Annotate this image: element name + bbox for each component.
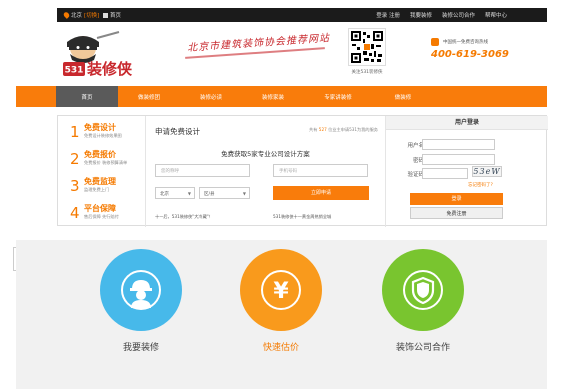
shield-icon [403,270,443,310]
hotline-label: 中国统一免费咨询热线 [443,40,488,45]
site-logo[interactable]: 531 装修侠 [61,28,159,82]
step-title: 免费报价 [84,150,116,159]
top-link-decorate[interactable]: 我要装修 [410,11,432,19]
service-label: 快速估价 [262,343,299,353]
services-section: 我要装修 ¥ 快速估价 装饰公司合作 [16,240,547,389]
qr-code [348,28,386,66]
username-label: 用户名 [407,143,424,149]
home-link[interactable]: 首页 [103,11,121,19]
nav-item-decorate[interactable]: 做装修 [372,86,434,107]
top-link-login[interactable]: 登录 注册 [376,11,400,19]
top-bar: 北京 [切换] 首页 登录 注册 我要装修 装修公司合作 帮帮中心 [57,8,547,22]
captcha-label: 验证码 [407,172,424,178]
district-select-value: 区/县 [204,192,215,197]
step-desc: 免费设计装修效果图 [84,133,122,138]
hotline-number: 400-619-3069 [431,49,509,60]
location-pin-icon [62,11,71,19]
password-label: 密码 [412,158,424,164]
step-item: 1 免费设计 免费设计装修效果图 [70,123,122,147]
apply-note-left[interactable]: 十一后，531装修侠"大冷藏"！ [155,214,213,220]
nav-item-home-decor[interactable]: 装修家装 [242,86,304,107]
city-label: 北京 [71,13,83,19]
step-number: 4 [70,204,80,222]
city-select-value: 北京 [160,192,169,197]
qr-caption: 关注531装修侠 [351,70,383,75]
step-title: 平台保障 [84,204,116,213]
apply-count: 共有 527 位业主申请531为我的服务 [309,127,378,132]
step-item: 3 免费监理 监理免费上门 [70,177,116,201]
location-selector[interactable]: 北京 [切换] [62,11,99,19]
phone-icon [431,38,439,46]
step-number: 1 [70,123,80,141]
phone-input[interactable]: 手机号码 [273,164,368,177]
login-panel: 用户登录 用户名 密码 验证码 53eW 忘记密码了? 登录 免费注册 [385,116,548,227]
chevron-down-icon: ▼ [187,191,191,196]
service-estimate[interactable]: ¥ 快速估价 [231,249,331,389]
page: 北京 [切换] 首页 登录 注册 我要装修 装修公司合作 帮帮中心 531 装修… [0,0,568,389]
service-label: 装饰公司合作 [395,343,450,353]
top-link-help[interactable]: 帮帮中心 [485,11,507,19]
step-desc: 售后保障 先行赔付 [84,214,119,219]
yen-icon: ¥ [261,270,301,310]
step-title: 免费设计 [84,123,116,132]
step-item: 2 免费报价 免费报价 装修预算清单 [70,150,127,174]
worker-icon [121,270,161,310]
main-nav: 首页 做装修团 装修必读 装修家装 专家讲装修 做装修 [16,86,547,107]
service-panel: 1 免费设计 免费设计装修效果图 2 免费报价 免费报价 装修预算清单 3 免费监理… [57,115,548,227]
password-field[interactable] [422,154,495,165]
service-decorate[interactable]: 我要装修 [91,249,191,389]
switch-city-link[interactable]: [切换] [84,11,99,19]
home-icon [103,12,108,18]
captcha-field[interactable] [422,168,468,179]
nav-item-group[interactable]: 做装修团 [118,86,180,107]
svg-text:¥: ¥ [273,279,289,304]
apply-subtitle: 免费获取5家专业公司设计方案 [221,150,310,158]
apply-submit-button[interactable]: 立即申请 [273,186,369,200]
username-field[interactable] [422,139,495,150]
chevron-down-icon: ▼ [242,191,246,196]
svg-text:装修侠: 装修侠 [86,60,133,78]
apply-title: 申请免费设计 [155,127,200,136]
header: 531 装修侠 北京市建筑装饰协会推荐网站 关注531装修侠 中国统一免费咨询热… [57,22,547,86]
step-desc: 监理免费上门 [84,187,110,192]
apply-form: 申请免费设计 共有 527 位业主申请531为我的服务 免费获取5家专业公司设计… [147,116,384,227]
top-link-cooperation[interactable]: 装修公司合作 [442,11,475,19]
register-button[interactable]: 免费注册 [410,207,503,219]
home-label: 首页 [110,13,122,19]
svg-text:531: 531 [65,66,84,76]
apply-count-value: 527 [318,127,327,132]
service-label: 我要装修 [122,343,159,353]
nav-item-expert[interactable]: 专家讲装修 [304,86,372,107]
forgot-password-link[interactable]: 忘记密码了? [468,182,493,188]
top-links: 登录 注册 我要装修 装修公司合作 帮帮中心 [376,11,507,19]
step-item: 4 平台保障 售后保障 先行赔付 [70,204,119,228]
district-select[interactable]: 区/县 ▼ [199,187,250,199]
step-title: 免费监理 [84,177,116,186]
service-cooperation[interactable]: 装饰公司合作 [373,249,473,389]
nav-item-guide[interactable]: 装修必读 [180,86,242,107]
name-input[interactable]: 您的称呼 [155,164,250,177]
step-desc: 免费报价 装修预算清单 [84,160,128,165]
nav-item-home[interactable]: 首页 [56,86,118,107]
captcha-image[interactable]: 53eW [472,166,502,177]
step-number: 2 [70,150,80,168]
steps-list: 1 免费设计 免费设计装修效果图 2 免费报价 免费报价 装修预算清单 3 免费监理… [58,116,146,227]
apply-note-right[interactable]: 531装修侠十一黄金周热销全城 [273,214,331,220]
step-number: 3 [70,177,80,195]
login-title: 用户登录 [386,116,548,130]
city-select[interactable]: 北京 ▼ [155,187,195,199]
login-button[interactable]: 登录 [410,193,503,205]
